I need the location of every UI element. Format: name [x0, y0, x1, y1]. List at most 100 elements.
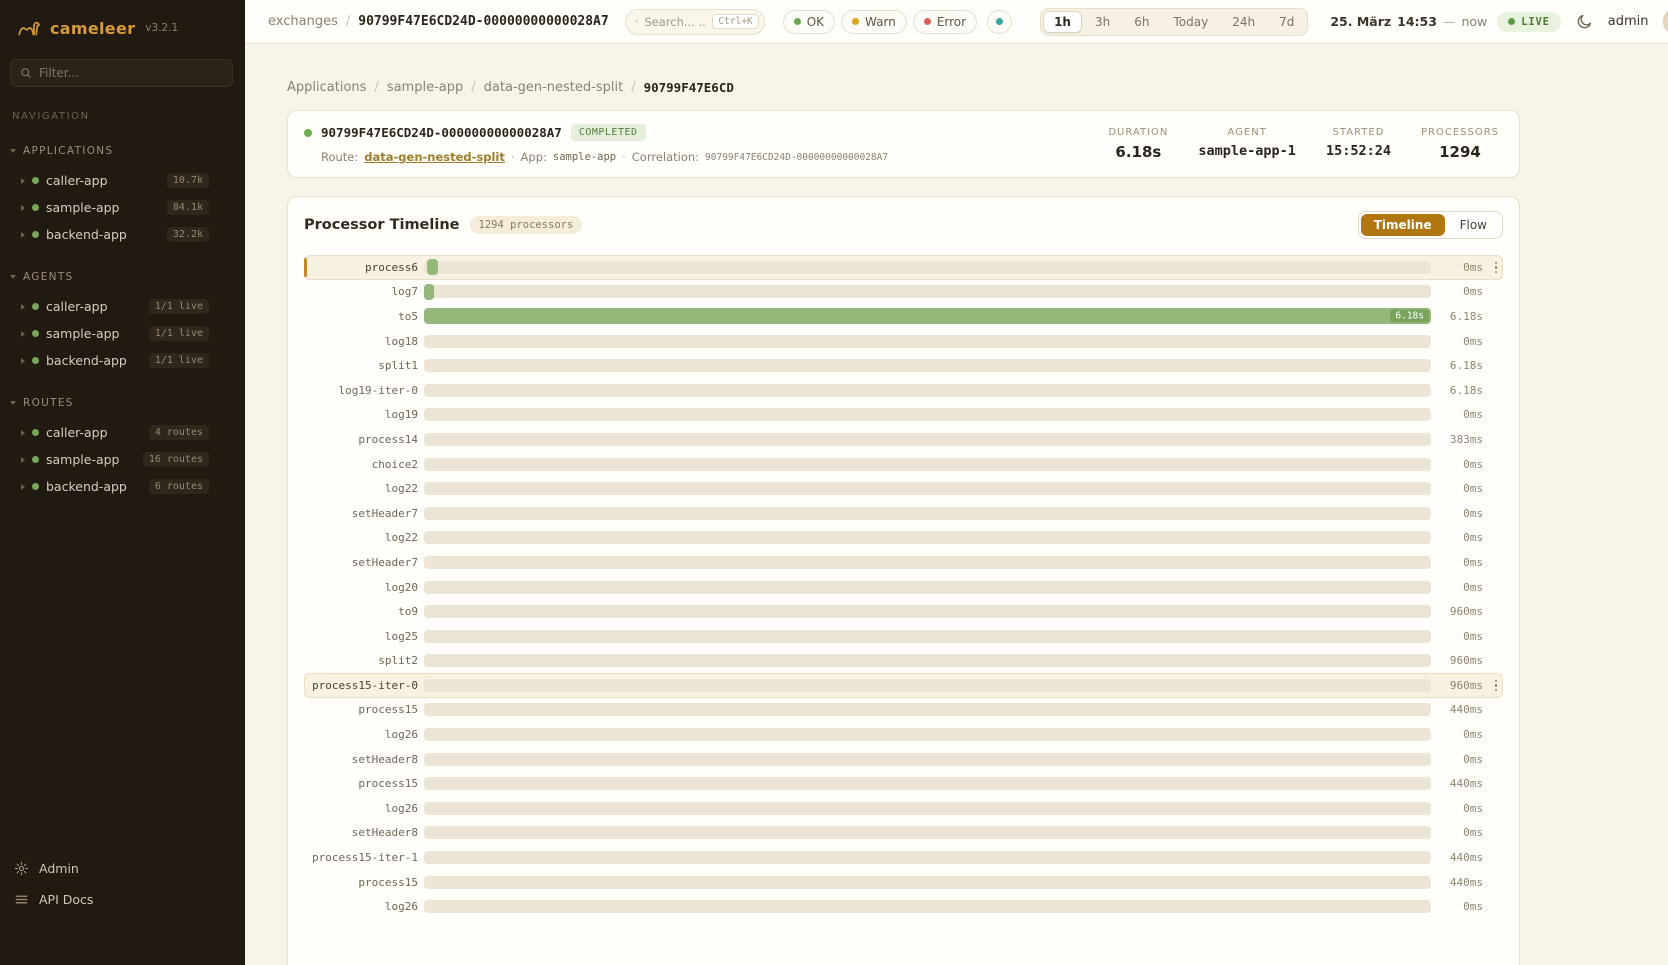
timeline-row[interactable]: process15 440ms	[304, 698, 1503, 723]
sidebar-item[interactable]: sample-app 16 routes	[0, 446, 245, 473]
time-range-button[interactable]: 7d	[1268, 11, 1305, 33]
timeline-row[interactable]: choice2 0ms	[304, 452, 1503, 477]
timeline-row[interactable]: split2 960ms	[304, 649, 1503, 674]
timeline-row[interactable]: setHeader8 0ms	[304, 747, 1503, 772]
chevron-right-icon	[21, 232, 25, 238]
sidebar-item[interactable]: sample-app 84.1k	[0, 194, 245, 221]
breadcrumb-applications[interactable]: Applications	[287, 80, 366, 95]
sidebar-item[interactable]: sample-app 1/1 live	[0, 320, 245, 347]
sidebar-item[interactable]: backend-app 1/1 live	[0, 347, 245, 374]
timeline-track	[424, 482, 1431, 495]
sidebar-item[interactable]: caller-app 10.7k	[0, 167, 245, 194]
timeline-track	[424, 261, 1431, 274]
sidebar-item-badge: 1/1 live	[149, 353, 209, 368]
timeline-row[interactable]: setHeader7 0ms	[304, 550, 1503, 575]
timeline-row[interactable]: process15 440ms	[304, 870, 1503, 895]
section-header-applications[interactable]: APPLICATIONS	[0, 142, 245, 160]
custom-status-pill[interactable]	[987, 10, 1012, 34]
time-range-button[interactable]: Today	[1162, 11, 1219, 33]
timeline-track	[424, 556, 1431, 569]
timeline-row[interactable]: setHeader8 0ms	[304, 821, 1503, 846]
view-toggle-button[interactable]: Timeline	[1361, 214, 1445, 236]
row-duration: 0ms	[1437, 531, 1483, 544]
processor-name: log18	[304, 335, 418, 348]
docs-icon	[14, 892, 29, 907]
timeline-row[interactable]: log22 0ms	[304, 476, 1503, 501]
sidebar-item-label: backend-app	[46, 353, 127, 368]
time-range-button[interactable]: 6h	[1123, 11, 1160, 33]
chevron-down-icon	[10, 275, 16, 279]
row-duration: 960ms	[1437, 654, 1483, 667]
breadcrumb-separator: /	[374, 80, 378, 95]
sidebar-item-label: backend-app	[46, 479, 127, 494]
filter-input[interactable]	[39, 66, 223, 80]
status-dot	[32, 231, 39, 238]
section-header-routes[interactable]: ROUTES	[0, 394, 245, 412]
timeline-row[interactable]: log22 0ms	[304, 526, 1503, 551]
timeline-row[interactable]: log25 0ms	[304, 624, 1503, 649]
timeline-row[interactable]: process14 383ms	[304, 427, 1503, 452]
row-duration: 6.18s	[1437, 310, 1483, 323]
timeline-row[interactable]: log26 0ms	[304, 722, 1503, 747]
sidebar-item[interactable]: caller-app 4 routes	[0, 419, 245, 446]
time-range-button[interactable]: 1h	[1043, 11, 1082, 33]
sidebar-footer: Admin API Docs	[0, 843, 245, 965]
timeline-bar[interactable]	[427, 259, 438, 275]
route-link[interactable]: data-gen-nested-split	[364, 150, 505, 164]
section-header-agents[interactable]: AGENTS	[0, 268, 245, 286]
timeline-row[interactable]: log26 0ms	[304, 894, 1503, 919]
chevron-down-icon	[10, 149, 16, 153]
timeline-row[interactable]: process15-iter-0 960ms	[304, 673, 1503, 698]
row-menu-icon[interactable]	[1489, 255, 1503, 280]
timeline-track	[424, 851, 1431, 864]
timeline-row[interactable]: log18 0ms	[304, 329, 1503, 354]
timeline-bar[interactable]: 6.18s	[424, 308, 1431, 324]
timeline-row[interactable]: to5 6.18s 6.18s	[304, 304, 1503, 329]
timeline-row[interactable]: log20 0ms	[304, 575, 1503, 600]
status-badge: COMPLETED	[571, 124, 646, 141]
app-name: cameleer	[50, 19, 135, 38]
row-menu-icon[interactable]	[1489, 673, 1503, 698]
live-toggle[interactable]: LIVE	[1497, 12, 1561, 32]
view-toggle-button[interactable]: Flow	[1447, 214, 1500, 236]
timeline-row[interactable]: process15-iter-1 440ms	[304, 845, 1503, 870]
timeline-row[interactable]: setHeader7 0ms	[304, 501, 1503, 526]
theme-toggle[interactable]	[1576, 13, 1593, 30]
chevron-right-icon	[21, 331, 25, 337]
status-filter-pill[interactable]: Error	[913, 10, 977, 34]
timeline-row[interactable]: log26 0ms	[304, 796, 1503, 821]
app-logo[interactable]: cameleer v3.2.1	[0, 0, 245, 51]
time-range-button[interactable]: 24h	[1221, 11, 1266, 33]
timeline-row[interactable]: log19 0ms	[304, 403, 1503, 428]
date-range-picker[interactable]: 25. März 14:53 — now	[1330, 14, 1487, 29]
sidebar-item[interactable]: backend-app 32.2k	[0, 221, 245, 248]
row-duration: 0ms	[1437, 581, 1483, 594]
status-filter-pill[interactable]: Warn	[841, 10, 907, 34]
custom-status-dot	[996, 18, 1003, 25]
search-input[interactable]	[644, 15, 706, 29]
chevron-down-icon	[10, 401, 16, 405]
row-duration: 440ms	[1437, 851, 1483, 864]
search-box[interactable]: Ctrl+K	[625, 9, 765, 35]
sidebar-item-admin[interactable]: Admin	[14, 853, 233, 884]
timeline-row[interactable]: to9 960ms	[304, 599, 1503, 624]
timeline-row[interactable]: process15 440ms	[304, 771, 1503, 796]
user-name[interactable]: admin	[1608, 14, 1649, 29]
sidebar-item-api-docs[interactable]: API Docs	[14, 884, 233, 915]
timeline-row[interactable]: log7 0ms	[304, 280, 1503, 305]
avatar[interactable]: AD	[1663, 8, 1668, 35]
sidebar-item[interactable]: caller-app 1/1 live	[0, 293, 245, 320]
section-title: AGENTS	[23, 271, 74, 283]
breadcrumb-exchanges[interactable]: exchanges	[268, 14, 338, 29]
breadcrumb-sample-app[interactable]: sample-app	[387, 80, 463, 95]
sidebar-filter[interactable]	[10, 59, 233, 87]
timeline-row[interactable]: split1 6.18s	[304, 353, 1503, 378]
status-filter-pill[interactable]: OK	[783, 10, 835, 34]
time-range-button[interactable]: 3h	[1084, 11, 1121, 33]
breadcrumb-route[interactable]: data-gen-nested-split	[484, 80, 624, 95]
row-duration: 960ms	[1437, 679, 1483, 692]
timeline-bar[interactable]	[424, 284, 434, 300]
sidebar-item[interactable]: backend-app 6 routes	[0, 473, 245, 500]
timeline-row[interactable]: process6 0ms	[304, 255, 1503, 280]
timeline-row[interactable]: log19-iter-0 6.18s	[304, 378, 1503, 403]
